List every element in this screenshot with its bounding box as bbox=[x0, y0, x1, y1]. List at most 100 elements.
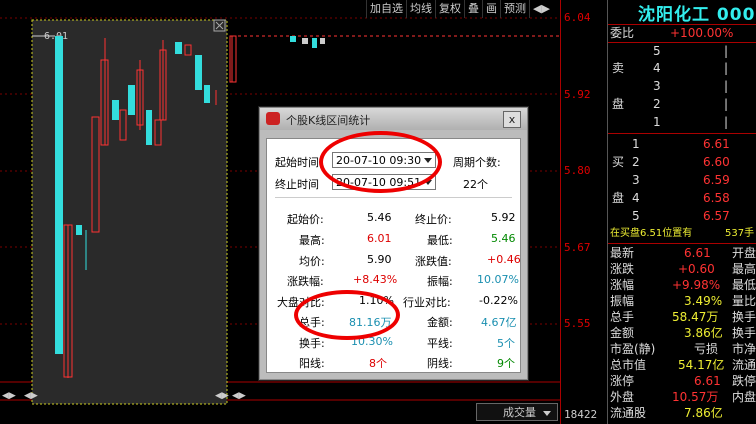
stat-value: 10.57万 bbox=[672, 390, 719, 404]
price-tick: 6.04 bbox=[564, 11, 591, 24]
stat-value: 5.92 bbox=[491, 211, 516, 224]
panel-toggle-button[interactable]: ◀▶ bbox=[529, 0, 553, 18]
stat-label: 外盘 bbox=[610, 390, 635, 404]
moving-average-button[interactable]: 均线 bbox=[406, 0, 435, 18]
dialog-title: 个股K线区间统计 bbox=[286, 114, 371, 127]
stat-label: 流通股 bbox=[610, 406, 647, 420]
stat-label: 换手: bbox=[299, 337, 325, 350]
stat-value: 8个 bbox=[369, 357, 387, 370]
stat-right-label: 最高 bbox=[732, 262, 756, 276]
sell-level: 4 bbox=[653, 61, 661, 75]
start-time-label: 起始时间 bbox=[275, 156, 319, 169]
stat-right-label: 换手 bbox=[732, 326, 756, 340]
stat-label: 市盈(静) bbox=[610, 342, 656, 356]
svg-text:◀▶: ◀▶ bbox=[2, 391, 16, 401]
stat-value: 亏损 bbox=[694, 342, 719, 356]
svg-text:◀▶: ◀▶ bbox=[24, 391, 38, 401]
weibi-value: +100.00% bbox=[670, 26, 734, 40]
stat-value: 10.07% bbox=[477, 273, 519, 286]
stat-label: 涨跌 bbox=[610, 262, 635, 276]
stat-label: 均价: bbox=[299, 255, 325, 268]
buy-label: 买 bbox=[612, 155, 625, 169]
stat-label: 总手 bbox=[610, 310, 635, 324]
stat-label: 最低: bbox=[427, 234, 453, 247]
sell-level: 2 bbox=[653, 97, 661, 111]
kline-range-stats-dialog[interactable]: 个股K线区间统计 x 起始时间 20-07-10 09:30 终止时间 20-0… bbox=[259, 107, 528, 380]
close-icon[interactable]: x bbox=[503, 111, 521, 128]
stat-value: 6.61 bbox=[694, 374, 721, 388]
stat-label: 涨幅 bbox=[610, 278, 635, 292]
overlay-button[interactable]: 叠 bbox=[464, 0, 482, 18]
dialog-titlebar[interactable]: 个股K线区间统计 x bbox=[260, 108, 527, 130]
stat-right-label: 内盘 bbox=[732, 390, 756, 404]
buy-price: 6.59 bbox=[703, 173, 730, 187]
buy-level: 3 bbox=[632, 173, 640, 187]
annotation-oval-volume bbox=[294, 290, 400, 340]
volume-label-button[interactable]: 成交量 bbox=[476, 403, 558, 421]
price-tick: 5.67 bbox=[564, 241, 591, 254]
stat-value: -0.22% bbox=[479, 294, 518, 307]
stat-right-label: 最低 bbox=[732, 278, 756, 292]
price-axis: 6.04 5.92 5.80 5.67 5.55 18422 bbox=[560, 0, 607, 424]
stat-label: 平线: bbox=[427, 337, 453, 350]
adjust-button[interactable]: 复权 bbox=[435, 0, 464, 18]
order-notice-value: 537手 bbox=[725, 228, 755, 239]
sell-label: 卖 bbox=[612, 61, 625, 75]
stat-value: 58.47万 bbox=[672, 310, 719, 324]
stat-value: 3.86亿 bbox=[684, 326, 723, 340]
stat-value: 4.67亿 bbox=[481, 316, 517, 329]
stat-label: 最高: bbox=[299, 234, 325, 247]
forecast-button[interactable]: 预测 bbox=[500, 0, 529, 18]
stat-label: 涨跌值: bbox=[415, 255, 452, 268]
chevron-down-icon bbox=[543, 411, 551, 416]
stat-right-label: 流通 bbox=[732, 358, 756, 372]
stat-label: 终止价: bbox=[415, 213, 452, 226]
stat-value: +0.46 bbox=[487, 253, 521, 266]
buy-price: 6.60 bbox=[703, 155, 730, 169]
stat-right-label: 量比 bbox=[732, 294, 756, 308]
stat-value: 5.90 bbox=[367, 253, 392, 266]
stat-value: 9个 bbox=[497, 357, 515, 370]
stat-value: +9.98% bbox=[672, 278, 721, 292]
stat-label: 总市值 bbox=[610, 358, 647, 372]
volume-label: 成交量 bbox=[503, 406, 536, 419]
sell-level: 5 bbox=[653, 44, 661, 58]
order-notice: 在买盘6.51位置有 bbox=[610, 228, 693, 239]
price-tick: 5.55 bbox=[564, 317, 591, 330]
stat-value: 5.46 bbox=[491, 232, 516, 245]
stat-label: 振幅 bbox=[610, 294, 635, 308]
svg-text:◀▶: ◀▶ bbox=[215, 391, 229, 401]
stat-value: +0.60 bbox=[678, 262, 715, 276]
stat-label: 行业对比: bbox=[403, 296, 451, 309]
price-tick: 5.92 bbox=[564, 88, 591, 101]
app-icon bbox=[266, 112, 280, 125]
draw-button[interactable]: 画 bbox=[482, 0, 500, 18]
end-time-label: 终止时间 bbox=[275, 178, 319, 191]
sell-level: 1 bbox=[653, 115, 661, 129]
stat-value: 6.61 bbox=[684, 246, 711, 260]
stat-label: 振幅: bbox=[427, 275, 453, 288]
stat-right-label: 换手 bbox=[732, 310, 756, 324]
weibi-label: 委比 bbox=[610, 26, 635, 40]
stat-value: 7.86亿 bbox=[684, 406, 723, 420]
sell-level: 3 bbox=[653, 79, 661, 93]
sell-label: 盘 bbox=[612, 97, 625, 111]
volume-tick: 18422 bbox=[564, 408, 598, 421]
buy-level: 1 bbox=[632, 137, 640, 151]
stat-value: 5.46 bbox=[367, 211, 392, 224]
buy-level: 4 bbox=[632, 191, 640, 205]
stat-label: 金额: bbox=[427, 316, 453, 329]
add-watchlist-button[interactable]: 加自选 bbox=[366, 0, 406, 18]
stat-label: 涨停 bbox=[610, 374, 635, 388]
stat-value: 6.01 bbox=[367, 232, 392, 245]
stat-label: 起始价: bbox=[287, 213, 324, 226]
buy-price: 6.58 bbox=[703, 191, 730, 205]
buy-level: 5 bbox=[632, 209, 640, 223]
stat-label: 涨跌幅: bbox=[287, 275, 324, 288]
buy-price: 6.61 bbox=[703, 137, 730, 151]
quote-panel: 沈阳化工 000 委比 +100.00% 5 | 卖 4 | 3 | 盘 2 | 1 | 16… bbox=[607, 0, 756, 424]
period-count-label: 周期个数: bbox=[453, 156, 501, 169]
annotation-oval-times bbox=[319, 131, 442, 193]
stat-label: 金额 bbox=[610, 326, 635, 340]
stock-name: 沈阳化工 000 bbox=[638, 5, 756, 25]
